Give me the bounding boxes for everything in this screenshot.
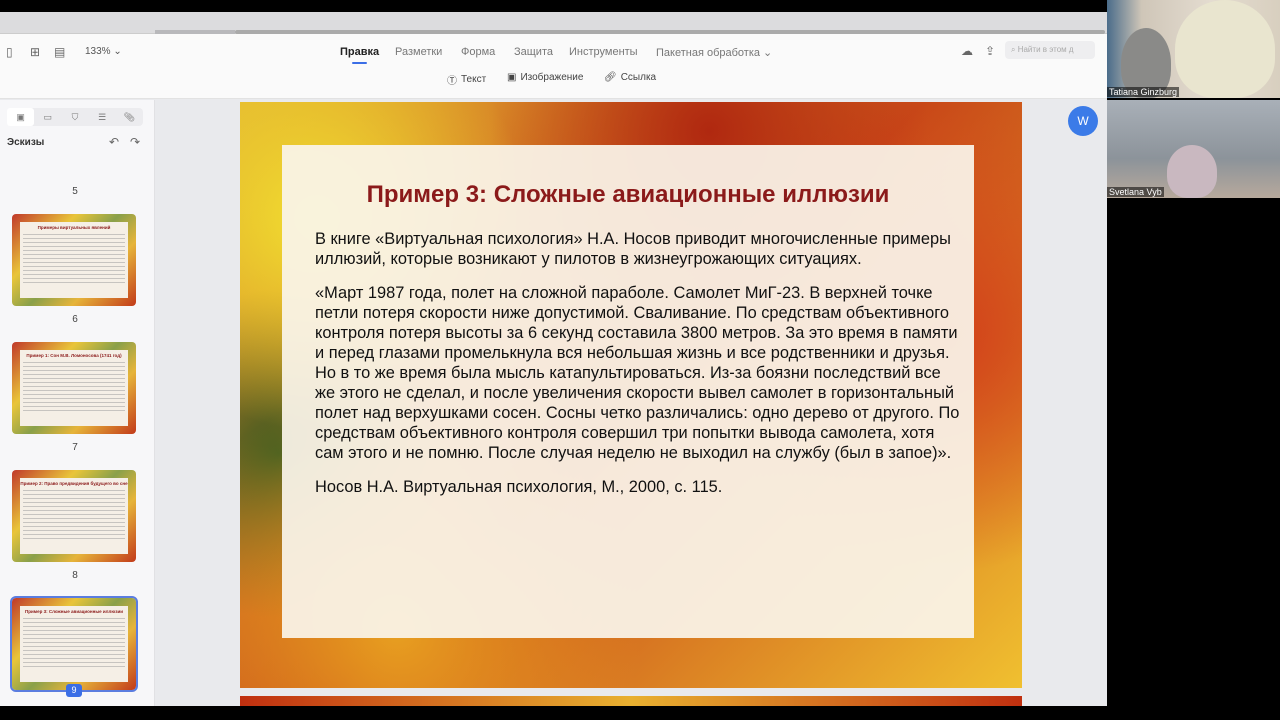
page-number: 7: [72, 442, 78, 453]
slide-content-panel: Пример 3: Сложные авиационные иллюзии В …: [282, 145, 974, 638]
menu-markup[interactable]: Разметки: [395, 46, 442, 58]
video-tile[interactable]: Tatiana Ginzburg: [1107, 0, 1280, 98]
menu-batch[interactable]: Пакетная обработка ⌄: [656, 46, 772, 59]
participant-name: Svetlana Vyb: [1107, 187, 1164, 197]
slide-quote: «Март 1987 года, полет на сложной парабо…: [315, 284, 960, 462]
page-number: 5: [72, 186, 78, 197]
page-thumbnail-7[interactable]: Пример 1: Сон М.В. Ломоносова (1741 год): [12, 342, 136, 434]
text-icon: Ⓣ: [447, 76, 457, 87]
pages-tab-icon[interactable]: ☰: [89, 108, 116, 126]
page-number: 6: [72, 314, 78, 325]
text-tool-button[interactable]: Ⓣ Текст: [447, 72, 486, 87]
comments-tab-icon[interactable]: ▭: [34, 108, 61, 126]
slide-paragraph: В книге «Виртуальная психология» Н.А. Но…: [315, 230, 951, 268]
upload-cloud-icon[interactable]: ☁: [961, 44, 973, 58]
grid-view-icon[interactable]: ⊞: [30, 45, 40, 59]
link-icon: 🔗︎: [604, 72, 617, 83]
image-tool-button[interactable]: ▣ Изображение: [507, 72, 583, 83]
video-tile[interactable]: Svetlana Vyb: [1107, 100, 1280, 198]
thumbnails-tab-icon[interactable]: ▣: [7, 108, 35, 126]
participant-video: [1167, 145, 1217, 198]
rotate-left-icon[interactable]: ↶: [109, 135, 119, 149]
pdf-viewer-window: ▯ ⊞ ▤ 133% ⌄ Правка Разметки Форма Защит…: [0, 12, 1107, 706]
bookmarks-tab-icon[interactable]: ⛉: [61, 108, 88, 126]
sidebar-title: Эскизы: [7, 137, 45, 148]
slide-page: Пример 3: Сложные авиационные иллюзии В …: [240, 102, 1022, 688]
attachments-tab-icon[interactable]: 📎︎: [116, 108, 143, 126]
sidebar-tabs: ▣ ▭ ⛉ ☰ 📎︎: [7, 108, 143, 126]
menu-protect[interactable]: Защита: [514, 46, 553, 58]
page-number: 8: [72, 570, 78, 581]
link-tool-button[interactable]: 🔗︎ Ссылка: [604, 72, 656, 83]
tab-strip: [0, 12, 1107, 34]
image-icon: ▣: [507, 72, 517, 83]
rotate-right-icon[interactable]: ↷: [130, 135, 140, 149]
thumbnails-sidebar: ▣ ▭ ⛉ ☰ 📎︎ Эскизы ↶ ↷ 5 Примеры виртуаль…: [0, 100, 155, 706]
slide-title: Пример 3: Сложные авиационные иллюзии: [366, 181, 890, 208]
menu-form[interactable]: Форма: [461, 46, 495, 58]
search-input[interactable]: ⌕ Найти в этом д: [1005, 41, 1095, 59]
slide-body: В книге «Виртуальная психология» Н.А. Но…: [315, 229, 965, 511]
share-icon[interactable]: ⇪: [985, 44, 995, 58]
current-page-badge: 9: [66, 684, 82, 697]
participant-name: Tatiana Ginzburg: [1107, 87, 1180, 97]
page-thumbnail-6[interactable]: Примеры виртуальных явлений: [12, 214, 136, 306]
menu-edit[interactable]: Правка: [340, 46, 379, 64]
zoom-dropdown[interactable]: 133% ⌄: [85, 46, 122, 57]
convert-to-word-button[interactable]: W: [1068, 106, 1098, 136]
page-thumbnail-8[interactable]: Пример 2: Право предвидения будущего во …: [12, 470, 136, 562]
participant-video: [1175, 0, 1275, 98]
menu-tools[interactable]: Инструменты: [569, 46, 638, 58]
next-slide-edge: [240, 696, 1022, 706]
page-view-icon[interactable]: ▤: [54, 45, 65, 59]
word-icon: W: [1077, 114, 1089, 128]
slide-citation: Носов Н.А. Виртуальная психология, М., 2…: [315, 478, 723, 496]
page-thumbnail-9[interactable]: Пример 3: Сложные авиационные иллюзии: [10, 596, 138, 692]
toolbar: ▯ ⊞ ▤ 133% ⌄ Правка Разметки Форма Защит…: [0, 34, 1107, 99]
sidebar-toggle-icon[interactable]: ▯: [6, 45, 13, 59]
